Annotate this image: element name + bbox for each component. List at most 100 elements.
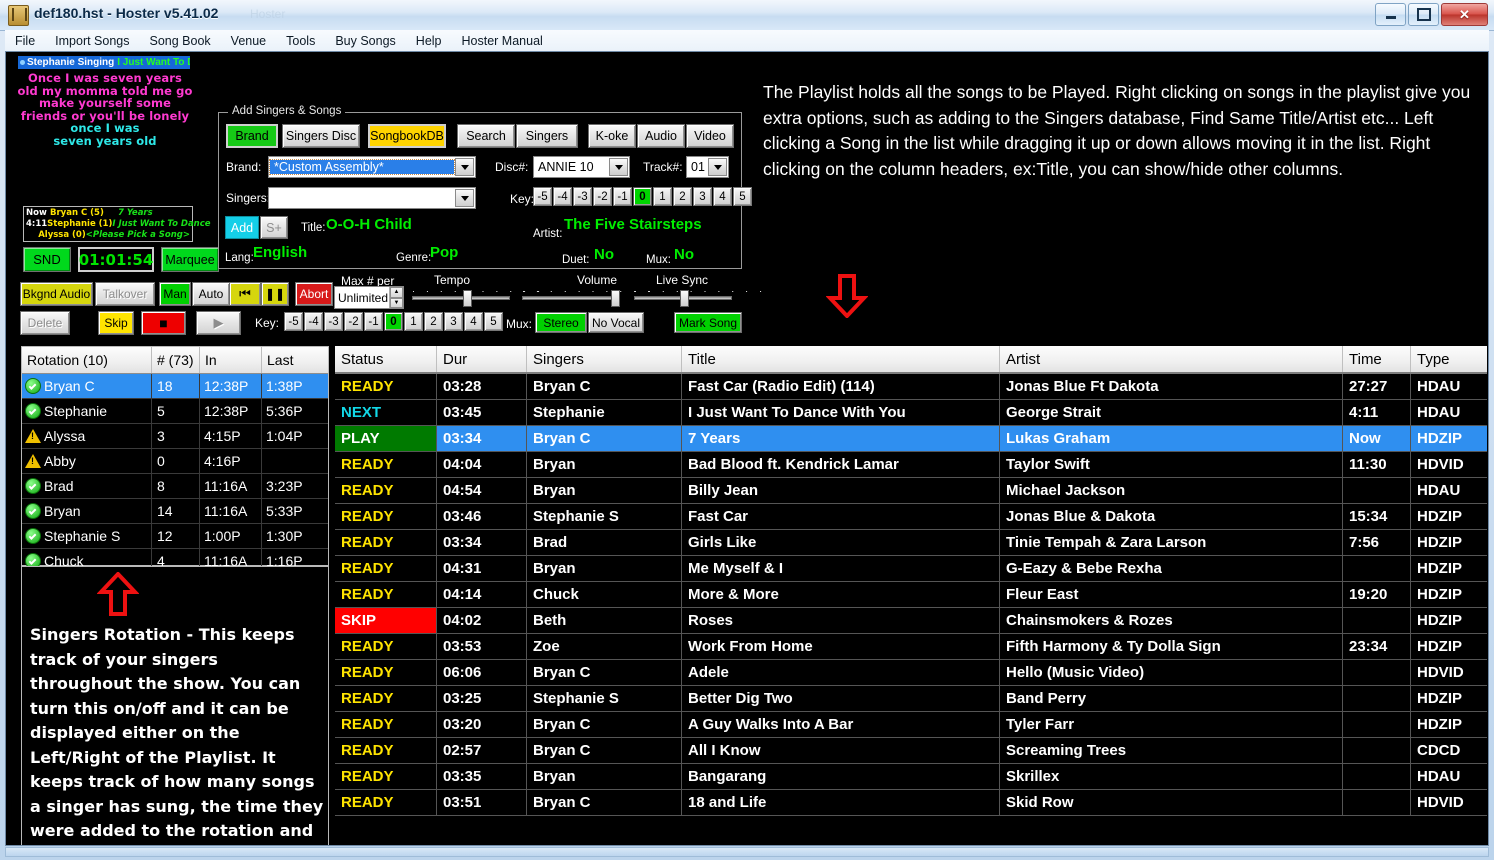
mark-song-button[interactable]: Mark Song	[674, 312, 742, 333]
snd-button[interactable]: SND	[23, 247, 71, 272]
tab-singers[interactable]: Singers	[516, 124, 578, 148]
add-key-2[interactable]: 2	[673, 187, 692, 206]
tab-k-oke[interactable]: K-oke	[588, 124, 636, 148]
rotation-row[interactable]: Brad 8 11:16A 3:23P	[22, 474, 328, 499]
rotation-header-name[interactable]: Rotation (10)	[22, 347, 152, 373]
pause-button[interactable]: ❚❚	[261, 282, 289, 306]
key--1[interactable]: -1	[364, 312, 383, 331]
rotation-row[interactable]: Abby 0 4:16P	[22, 449, 328, 474]
rotation-row[interactable]: Bryan C 18 12:38P 1:38P	[22, 374, 328, 399]
maximize-button[interactable]	[1408, 3, 1439, 26]
spin-down-icon[interactable]: ▼	[390, 297, 403, 308]
abort-button[interactable]: Abort	[295, 282, 333, 306]
add-key--1[interactable]: -1	[613, 187, 632, 206]
key--4[interactable]: -4	[304, 312, 323, 331]
tempo-slider[interactable]: · · · · · · · · · ·	[412, 286, 540, 307]
no-vocal-button[interactable]: No Vocal	[588, 312, 644, 333]
auto-mode-button[interactable]: Auto	[192, 282, 230, 306]
chevron-down-icon[interactable]	[708, 158, 727, 176]
rotation-row[interactable]: Stephanie 5 12:38P 5:36P	[22, 399, 328, 424]
marquee-button[interactable]: Marquee	[161, 247, 219, 272]
key-3[interactable]: 3	[444, 312, 463, 331]
playlist-row[interactable]: READY 04:04 Bryan Bad Blood ft. Kendrick La…	[335, 452, 1487, 478]
live-sync-thumb[interactable]	[680, 290, 689, 307]
rotation-row[interactable]: Alyssa 3 4:15P 1:04P	[22, 424, 328, 449]
manual-mode-button[interactable]: Man	[159, 282, 191, 306]
s-plus-button[interactable]: S+	[260, 216, 288, 239]
add-key-0[interactable]: 0	[633, 187, 652, 206]
live-sync-track[interactable]	[634, 290, 732, 307]
add-key--5[interactable]: -5	[533, 187, 552, 206]
playlist-row[interactable]: READY 04:31 Bryan Me Myself & I G-Eazy & Beb…	[335, 556, 1487, 582]
column-header-singers[interactable]: Singers	[527, 346, 682, 372]
chevron-down-icon[interactable]	[609, 158, 628, 176]
playlist-row[interactable]: SKIP 04:02 Beth Roses Chainsmokers & Rozes HD…	[335, 608, 1487, 634]
rotation-header-in[interactable]: In	[200, 347, 262, 373]
playlist-row[interactable]: NEXT 03:45 Stephanie I Just Want To Dance W…	[335, 400, 1487, 426]
key--2[interactable]: -2	[344, 312, 363, 331]
playlist-row[interactable]: READY 04:14 Chuck More & More Fleur East 19:2…	[335, 582, 1487, 608]
playlist-row[interactable]: READY 06:06 Bryan C Adele Hello (Music Video…	[335, 660, 1487, 686]
menu-song-book[interactable]: Song Book	[140, 32, 221, 50]
playlist-row[interactable]: READY 03:28 Bryan C Fast Car (Radio Edit) (…	[335, 374, 1487, 400]
tab-singers-disc[interactable]: Singers Disc	[282, 124, 360, 148]
spin-up-icon[interactable]: ▲	[390, 287, 403, 298]
key-4[interactable]: 4	[464, 312, 483, 331]
tempo-thumb[interactable]	[463, 290, 472, 307]
add-key--2[interactable]: -2	[593, 187, 612, 206]
playlist-row[interactable]: READY 03:46 Stephanie S Fast Car Jonas Blue …	[335, 504, 1487, 530]
tab-audio[interactable]: Audio	[637, 124, 685, 148]
bkgnd-audio-button[interactable]: Bkgnd Audio	[20, 282, 93, 306]
playlist-row[interactable]: READY 03:20 Bryan CA Guy Walks Into A Bar T…	[335, 712, 1487, 738]
tab-video[interactable]: Video	[686, 124, 734, 148]
add-key--3[interactable]: -3	[573, 187, 592, 206]
rotation-header-last[interactable]: Last	[262, 347, 327, 373]
column-header-title[interactable]: Title	[682, 346, 1000, 372]
rotation-header-num[interactable]: # (73)	[152, 347, 200, 373]
key--3[interactable]: -3	[324, 312, 343, 331]
delete-button[interactable]: Delete	[20, 311, 70, 335]
disc-select[interactable]: ANNIE 10	[533, 156, 630, 178]
playlist-row[interactable]: READY 03:51 Bryan C 18 and Life Skid Row HDVI…	[335, 790, 1487, 816]
key-5[interactable]: 5	[484, 312, 503, 331]
add-key-5[interactable]: 5	[733, 187, 752, 206]
key-0[interactable]: 0	[384, 312, 403, 331]
rotation-row[interactable]: Bryan 14 11:16A 5:33P	[22, 499, 328, 524]
max-per-stepper[interactable]: Unlimited ▲ ▼	[334, 286, 404, 309]
tab-songbookdb[interactable]: SongbookDB	[368, 124, 446, 148]
volume-thumb[interactable]	[611, 290, 620, 307]
menu-venue[interactable]: Venue	[221, 32, 276, 50]
menu-import-songs[interactable]: Import Songs	[45, 32, 139, 50]
max-per-spin-buttons[interactable]: ▲ ▼	[389, 287, 403, 308]
menu-help[interactable]: Help	[406, 32, 452, 50]
talkover-button[interactable]: Talkover	[95, 282, 155, 306]
chevron-down-icon[interactable]	[455, 189, 474, 207]
skip-button[interactable]: Skip	[98, 311, 134, 335]
add-button[interactable]: Add	[225, 216, 259, 239]
playlist-row[interactable]: READY 03:34 Brad Girls Like Tinie Tempah & Z…	[335, 530, 1487, 556]
playlist-row[interactable]: PLAY 03:34 Bryan C7 Years Lukas Graham Now HD…	[335, 426, 1487, 452]
playlist-row[interactable]: READY 04:54 Bryan Billy Jean Michael Jackson…	[335, 478, 1487, 504]
chevron-down-icon[interactable]	[455, 158, 474, 176]
volume-track[interactable]	[522, 290, 620, 307]
playlist-row[interactable]: READY 02:57 Bryan C All I Know Screaming Tre…	[335, 738, 1487, 764]
column-header-status[interactable]: Status	[335, 346, 437, 372]
live-sync-slider[interactable]: · · · · · · · · · ·	[634, 286, 762, 307]
stop-button[interactable]: ■	[141, 311, 186, 335]
rewind-button[interactable]: ⏮	[229, 282, 261, 306]
add-key-3[interactable]: 3	[693, 187, 712, 206]
close-button[interactable]: ✕	[1441, 3, 1488, 26]
brand-select[interactable]: *Custom Assembly*	[268, 156, 476, 178]
track-select[interactable]: 01	[686, 156, 729, 178]
key-1[interactable]: 1	[404, 312, 423, 331]
rotation-row[interactable]: Stephanie S 12 1:00P 1:30P	[22, 524, 328, 549]
singers-select[interactable]	[268, 187, 476, 209]
tab-brand[interactable]: Brand	[226, 124, 278, 148]
menu-hoster-manual[interactable]: Hoster Manual	[452, 32, 553, 50]
column-header-type[interactable]: Type	[1411, 346, 1487, 372]
tempo-track[interactable]	[412, 290, 510, 307]
column-header-artist[interactable]: Artist	[1000, 346, 1343, 372]
playlist-row[interactable]: READY 03:35 Bryan Bangarang Skrillex HDAU	[335, 764, 1487, 790]
column-header-dur[interactable]: Dur	[437, 346, 527, 372]
column-header-time[interactable]: Time	[1343, 346, 1411, 372]
